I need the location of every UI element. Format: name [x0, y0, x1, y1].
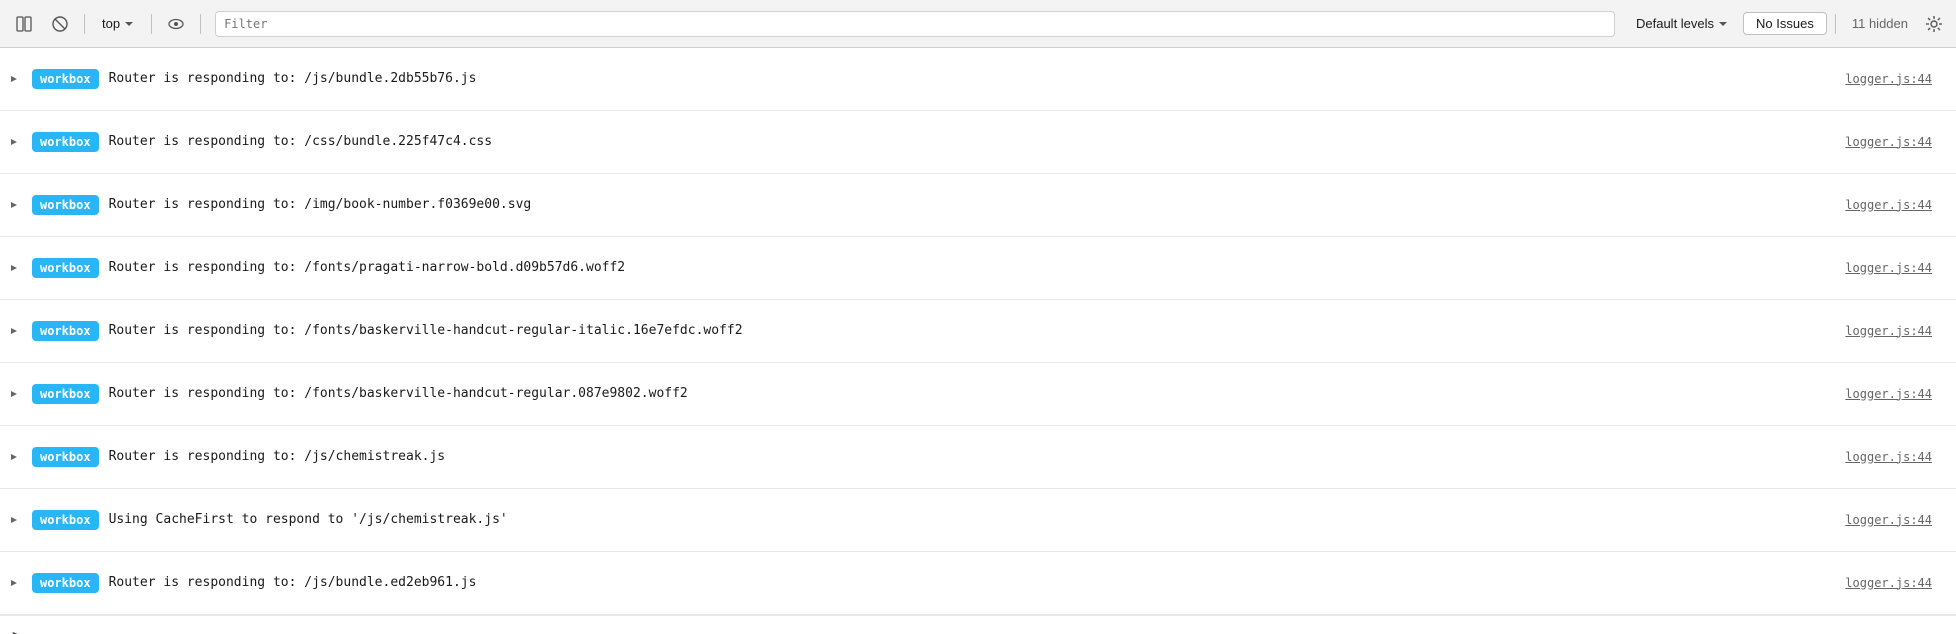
table-row: workbox Router is responding to: /img/bo… [0, 174, 1956, 237]
workbox-badge: workbox [32, 258, 99, 279]
filter-input[interactable] [224, 17, 1606, 31]
row-message: Router is responding to: /js/chemistreak… [109, 448, 1836, 466]
toolbar-divider-4 [1835, 14, 1836, 34]
row-message: Router is responding to: /css/bundle.225… [109, 133, 1836, 151]
row-expander-2[interactable] [0, 174, 28, 236]
row-message: Router is responding to: /fonts/baskervi… [109, 385, 1836, 403]
no-issues-label: No Issues [1756, 16, 1814, 31]
chevron-down-icon [124, 19, 134, 29]
row-expander-4[interactable] [0, 300, 28, 362]
toolbar-divider-3 [200, 14, 201, 34]
row-expander-8[interactable] [0, 552, 28, 614]
expand-icon [9, 515, 19, 525]
workbox-badge: workbox [32, 195, 99, 216]
table-row: workbox Router is responding to: /js/bun… [0, 48, 1956, 111]
row-content-1: workbox Router is responding to: /css/bu… [28, 120, 1956, 165]
row-link[interactable]: logger.js:44 [1845, 197, 1932, 214]
expand-icon [9, 200, 19, 210]
clear-icon [52, 16, 68, 32]
row-message: Router is responding to: /img/book-numbe… [109, 196, 1836, 214]
toolbar-divider-1 [84, 14, 85, 34]
expand-icon [9, 263, 19, 273]
console-rows-container: workbox Router is responding to: /js/bun… [0, 48, 1956, 615]
row-expander-7[interactable] [0, 489, 28, 551]
workbox-badge: workbox [32, 69, 99, 90]
row-link[interactable]: logger.js:44 [1845, 386, 1932, 403]
row-expander-1[interactable] [0, 111, 28, 173]
row-expander-3[interactable] [0, 237, 28, 299]
eye-icon [168, 16, 184, 32]
workbox-badge: workbox [32, 321, 99, 342]
expand-icon [9, 74, 19, 84]
row-expander-0[interactable] [0, 48, 28, 110]
expand-icon [9, 326, 19, 336]
table-row: workbox Router is responding to: /fonts/… [0, 237, 1956, 300]
row-expander-5[interactable] [0, 363, 28, 425]
workbox-badge: workbox [32, 510, 99, 531]
table-row: workbox Router is responding to: /css/bu… [0, 111, 1956, 174]
row-link[interactable]: logger.js:44 [1845, 323, 1932, 340]
context-selector[interactable]: top [93, 12, 143, 35]
row-content-8: workbox Router is responding to: /js/bun… [28, 561, 1956, 606]
workbox-badge: workbox [32, 573, 99, 594]
row-link[interactable]: logger.js:44 [1845, 449, 1932, 466]
default-levels-button[interactable]: Default levels [1625, 12, 1739, 35]
workbox-badge: workbox [32, 447, 99, 468]
expand-icon [9, 137, 19, 147]
row-content-5: workbox Router is responding to: /fonts/… [28, 372, 1956, 417]
gear-icon [1925, 15, 1943, 33]
row-message: Router is responding to: /js/bundle.2db5… [109, 70, 1836, 88]
toggle-panel-button[interactable] [8, 10, 40, 38]
workbox-badge: workbox [32, 384, 99, 405]
table-row: workbox Router is responding to: /js/bun… [0, 552, 1956, 615]
no-issues-button[interactable]: No Issues [1743, 12, 1827, 35]
levels-label: Default levels [1636, 16, 1714, 31]
expand-icon [9, 578, 19, 588]
row-expander-6[interactable] [0, 426, 28, 488]
row-link[interactable]: logger.js:44 [1845, 134, 1932, 151]
table-row: workbox Router is responding to: /fonts/… [0, 363, 1956, 426]
row-message: Router is responding to: /fonts/baskervi… [109, 322, 1836, 340]
console-body: workbox Router is responding to: /js/bun… [0, 48, 1956, 634]
expand-icon [9, 389, 19, 399]
row-link[interactable]: logger.js:44 [1845, 260, 1932, 277]
row-link[interactable]: logger.js:44 [1845, 575, 1932, 592]
toolbar-divider-2 [151, 14, 152, 34]
panel-icon [16, 16, 32, 32]
row-content-2: workbox Router is responding to: /img/bo… [28, 183, 1956, 228]
row-message: Using CacheFirst to respond to '/js/chem… [109, 511, 1836, 529]
row-link[interactable]: logger.js:44 [1845, 512, 1932, 529]
live-expressions-button[interactable] [160, 10, 192, 38]
row-message: Router is responding to: /fonts/pragati-… [109, 259, 1836, 277]
workbox-badge: workbox [32, 132, 99, 153]
console-settings-button[interactable] [1920, 10, 1948, 38]
row-content-7: workbox Using CacheFirst to respond to '… [28, 498, 1956, 543]
row-content-0: workbox Router is responding to: /js/bun… [28, 57, 1956, 102]
levels-chevron-icon [1718, 19, 1728, 29]
hidden-count-label: 11 hidden [1844, 16, 1916, 31]
row-message: Router is responding to: /js/bundle.ed2e… [109, 574, 1836, 592]
row-content-6: workbox Router is responding to: /js/che… [28, 435, 1956, 480]
row-content-4: workbox Router is responding to: /fonts/… [28, 309, 1956, 354]
row-content-3: workbox Router is responding to: /fonts/… [28, 246, 1956, 291]
clear-console-button[interactable] [44, 10, 76, 38]
prompt-symbol: > [12, 626, 22, 634]
row-link[interactable]: logger.js:44 [1845, 71, 1932, 88]
table-row: workbox Using CacheFirst to respond to '… [0, 489, 1956, 552]
console-prompt-row[interactable]: > [0, 615, 1956, 634]
console-toolbar: top Default levels No Issues 11 hidden [0, 0, 1956, 48]
filter-input-wrapper [215, 11, 1615, 37]
context-label: top [102, 16, 120, 31]
table-row: workbox Router is responding to: /fonts/… [0, 300, 1956, 363]
expand-icon [9, 452, 19, 462]
table-row: workbox Router is responding to: /js/che… [0, 426, 1956, 489]
